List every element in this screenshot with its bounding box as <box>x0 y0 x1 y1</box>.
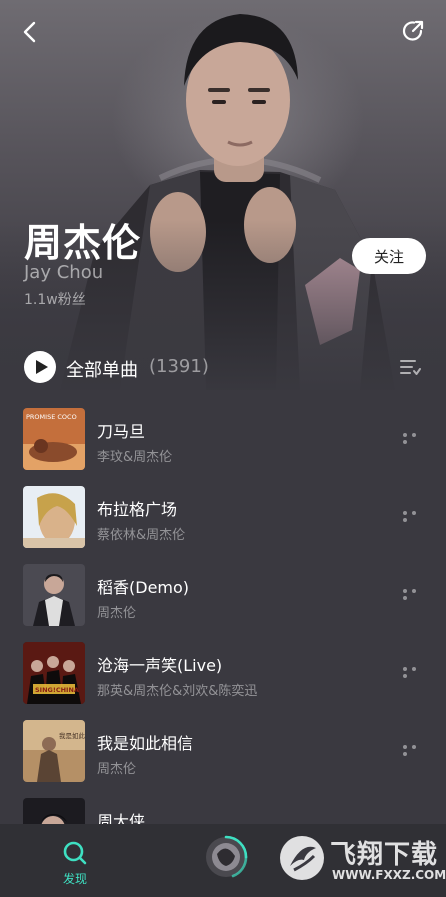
song-title: 沧海一声笑(Live) <box>97 656 223 675</box>
sort-list-icon[interactable] <box>398 355 422 379</box>
tab-discover-label: 发现 <box>62 872 87 886</box>
album-cover-text: PROMISE COCO <box>26 413 77 421</box>
play-icon[interactable] <box>24 351 56 383</box>
more-options-icon[interactable] <box>400 664 426 678</box>
album-cover: SING!CHINA <box>23 642 85 704</box>
share-icon[interactable] <box>400 18 426 44</box>
artist-hero: 周杰伦 Jay Chou 1.1w粉丝 关注 全部单曲 (1391) <box>0 0 446 390</box>
album-cover: 我是如此相信 <box>23 720 85 782</box>
song-artist: 蔡依林&周杰伦 <box>97 528 186 543</box>
watermark-title: 飞翔下载 <box>330 840 439 870</box>
watermark-url: WWW.FXXZ.COM <box>332 868 446 882</box>
more-options-icon[interactable] <box>400 508 426 522</box>
song-item[interactable]: 我是如此相信 我是如此相信 周杰伦 <box>0 710 446 788</box>
song-list: PROMISE COCO 刀马旦 李玟&周杰伦 布拉格广场 蔡依林&周杰伦 稻香… <box>0 398 446 824</box>
album-cover <box>23 798 85 824</box>
song-item[interactable]: 稻香(Demo) 周杰伦 <box>0 554 446 632</box>
more-options-icon[interactable] <box>400 742 426 756</box>
song-item[interactable]: 布拉格广场 蔡依林&周杰伦 <box>0 476 446 554</box>
song-artist: 周杰伦 <box>97 606 137 621</box>
watermark-logo-icon <box>280 836 324 880</box>
album-cover <box>23 564 85 626</box>
all-songs-label[interactable]: 全部单曲 <box>66 356 138 382</box>
song-title: 布拉格广场 <box>97 500 178 519</box>
song-artist: 李玟&周杰伦 <box>97 450 173 465</box>
discover-search-icon <box>63 841 87 865</box>
artist-fan-count: 1.1w粉丝 <box>24 292 86 308</box>
watermark: 飞翔下载 WWW.FXXZ.COM <box>276 832 446 888</box>
album-cover-text: SING!CHINA <box>35 686 79 694</box>
artist-name: 周杰伦 <box>24 221 142 265</box>
album-cover <box>23 486 85 548</box>
album-cover: PROMISE COCO <box>23 408 85 470</box>
all-songs-bar: 全部单曲 (1391) <box>0 347 446 387</box>
song-title: 周大侠 <box>97 812 146 824</box>
tab-discover[interactable]: 发现 <box>40 838 110 888</box>
bottom-tab-bar: 发现 飞翔下载 WWW.FXXZ.COM <box>0 824 446 897</box>
all-songs-count: (1391) <box>149 356 209 377</box>
artist-english-name: Jay Chou <box>24 262 104 283</box>
song-title: 我是如此相信 <box>97 734 194 753</box>
song-title: 稻香(Demo) <box>97 578 190 597</box>
chevron-left-icon[interactable] <box>16 18 44 46</box>
song-title: 刀马旦 <box>97 422 146 441</box>
album-cover-text: 我是如此相信 <box>59 731 85 740</box>
more-options-icon[interactable] <box>400 430 426 444</box>
more-options-icon[interactable] <box>400 586 426 600</box>
now-playing-disc-icon[interactable] <box>203 834 249 880</box>
follow-button[interactable]: 关注 <box>352 238 426 274</box>
song-item[interactable]: PROMISE COCO 刀马旦 李玟&周杰伦 <box>0 398 446 476</box>
song-artist: 周杰伦 <box>97 762 137 777</box>
song-item[interactable]: SING!CHINA 沧海一声笑(Live) 那英&周杰伦&刘欢&陈奕迅 <box>0 632 446 710</box>
song-artist: 那英&周杰伦&刘欢&陈奕迅 <box>97 684 258 699</box>
song-item[interactable]: 周大侠 <box>0 788 446 824</box>
